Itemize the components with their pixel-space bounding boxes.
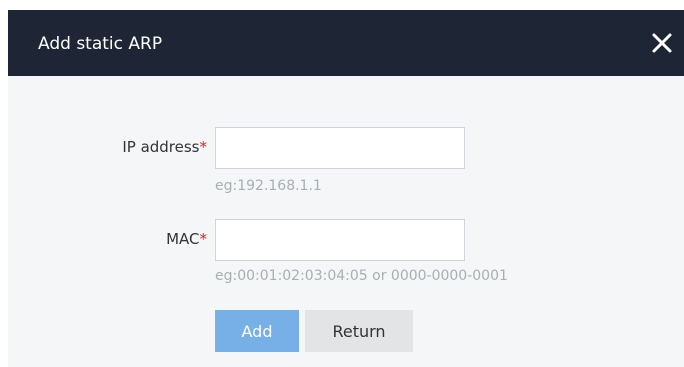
return-button[interactable]: Return	[305, 310, 413, 352]
add-static-arp-dialog: Add static ARP IP address* eg:192.168.1.…	[8, 10, 684, 367]
mac-input[interactable]	[215, 219, 465, 261]
dialog-title: Add static ARP	[38, 34, 163, 54]
mac-label-text: MAC	[166, 230, 200, 248]
ip-address-label-text: IP address	[122, 138, 200, 156]
close-icon[interactable]	[648, 29, 676, 57]
ip-address-hint: eg:192.168.1.1	[215, 178, 322, 194]
mac-hint: eg:00:01:02:03:04:05 or 0000-0000-0001	[215, 268, 508, 284]
ip-address-label: IP address*	[122, 138, 207, 156]
add-button[interactable]: Add	[215, 310, 299, 352]
required-mark: *	[199, 230, 208, 248]
dialog-titlebar: Add static ARP	[8, 10, 684, 76]
required-mark: *	[199, 138, 208, 156]
mac-label: MAC*	[166, 230, 207, 248]
ip-address-input[interactable]	[215, 127, 465, 169]
